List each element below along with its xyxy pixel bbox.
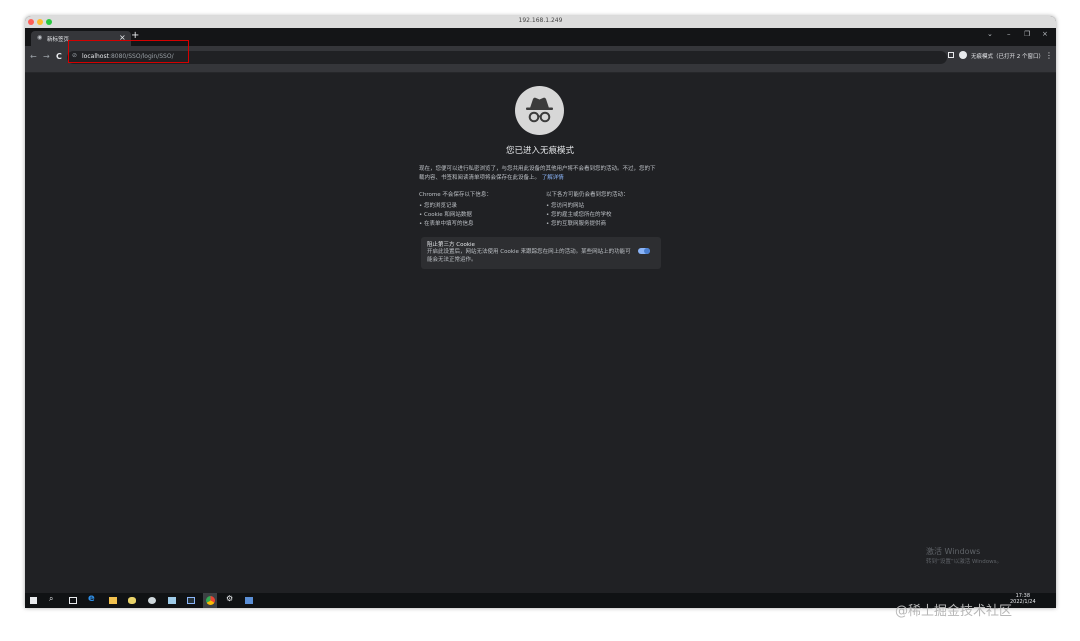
list-item: 您的雇主或您所在的学校 [546,211,664,220]
task-view-icon[interactable] [69,597,77,604]
reload-icon[interactable]: C [56,52,62,61]
list-item: 在表单中填写的信息 [419,220,537,229]
list-item: 您的浏览记录 [419,202,537,211]
mac-window-title: 192.168.1.249 [518,17,563,24]
toggle-knob [644,248,650,254]
app-icon[interactable] [128,597,136,604]
learn-more-link[interactable]: 了解详情 [542,175,564,181]
activate-windows-title: 激活 Windows [926,547,981,556]
app-icon[interactable] [168,597,176,604]
close-window-icon[interactable]: × [1042,30,1048,38]
settings-gear-icon[interactable]: ⚙ [226,594,233,603]
back-icon[interactable]: ← [30,52,37,61]
restore-icon[interactable]: ❐ [1024,30,1030,38]
minimize-icon[interactable]: – [1007,30,1011,38]
not-saved-list: Chrome 不会保存以下信息： 您的浏览记录 Cookie 和网站数据 在表单… [419,191,537,229]
mac-titlebar: 192.168.1.249 [25,16,1056,28]
tab-search-icon[interactable]: ⌄ [987,30,993,38]
windows-start-icon[interactable] [30,597,37,604]
juejin-watermark: @稀土掘金技术社区 [895,604,1013,619]
search-app-icon[interactable] [148,597,156,604]
third-party-cookie-card: 阻止第三方 Cookie 开启此设置后，网站无法使用 Cookie 来跟踪您在网… [421,237,661,269]
list-item: 您的互联网服务提供商 [546,220,664,229]
cookie-card-description: 开启此设置后，网站无法使用 Cookie 来跟踪您在网上的活动。某些网站上的功能… [427,249,631,263]
menu-icon[interactable]: ⋮ [1045,51,1053,60]
chrome-icon[interactable] [206,596,215,605]
incognito-profile-icon[interactable] [959,51,967,59]
forward-icon[interactable]: → [43,52,50,61]
taskbar-clock[interactable]: 17:38 2022/1/24 [1010,593,1036,605]
remote-desktop-icon[interactable] [245,597,253,604]
incognito-icon [515,86,564,135]
incognito-tab-icon: ◉ [37,34,43,41]
visible-to-list: 以下各方可能仍会看到您的活动： 您访问的网站 您的雇主或您所在的学校 您的互联网… [546,191,664,229]
intro-paragraph: 现在，您便可以进行私密浏览了，与您共用此设备的其他用户将不会看到您的活动。不过，… [419,165,659,183]
sidebar-icon[interactable] [948,52,954,58]
search-icon[interactable]: ⌕ [49,594,53,604]
intro-text: 现在，您便可以进行私密浏览了，与您共用此设备的其他用户将不会看到您的活动。不过，… [419,166,656,181]
url-highlight-box [68,40,189,63]
clock-date: 2022/1/24 [1010,599,1036,605]
tab-title: 新标签页 [47,37,70,43]
incognito-profile-label[interactable]: 无痕模式（已打开 2 个窗口） [971,52,1044,60]
address-bar[interactable] [67,51,947,64]
mac-remote-window: 192.168.1.249 ◉ 新标签页 × + ⌄ – ❐ × ← → C 无… [25,16,1056,608]
incognito-hat-glasses-icon [526,97,553,123]
cookie-card-title: 阻止第三方 Cookie [427,242,475,248]
list-item: Cookie 和网站数据 [419,211,537,220]
activate-windows-subtitle: 转到“设置”以激活 Windows。 [926,559,1002,565]
edge-ie-icon[interactable]: e [88,593,95,604]
list-item: 您访问的网站 [546,202,664,211]
terminal-icon[interactable] [187,597,195,604]
file-explorer-icon[interactable] [109,597,117,604]
page-title: 您已进入无痕模式 [505,146,574,156]
visible-to-heading: 以下各方可能仍会看到您的活动： [546,192,629,198]
not-saved-heading: Chrome 不会保存以下信息： [419,192,492,198]
